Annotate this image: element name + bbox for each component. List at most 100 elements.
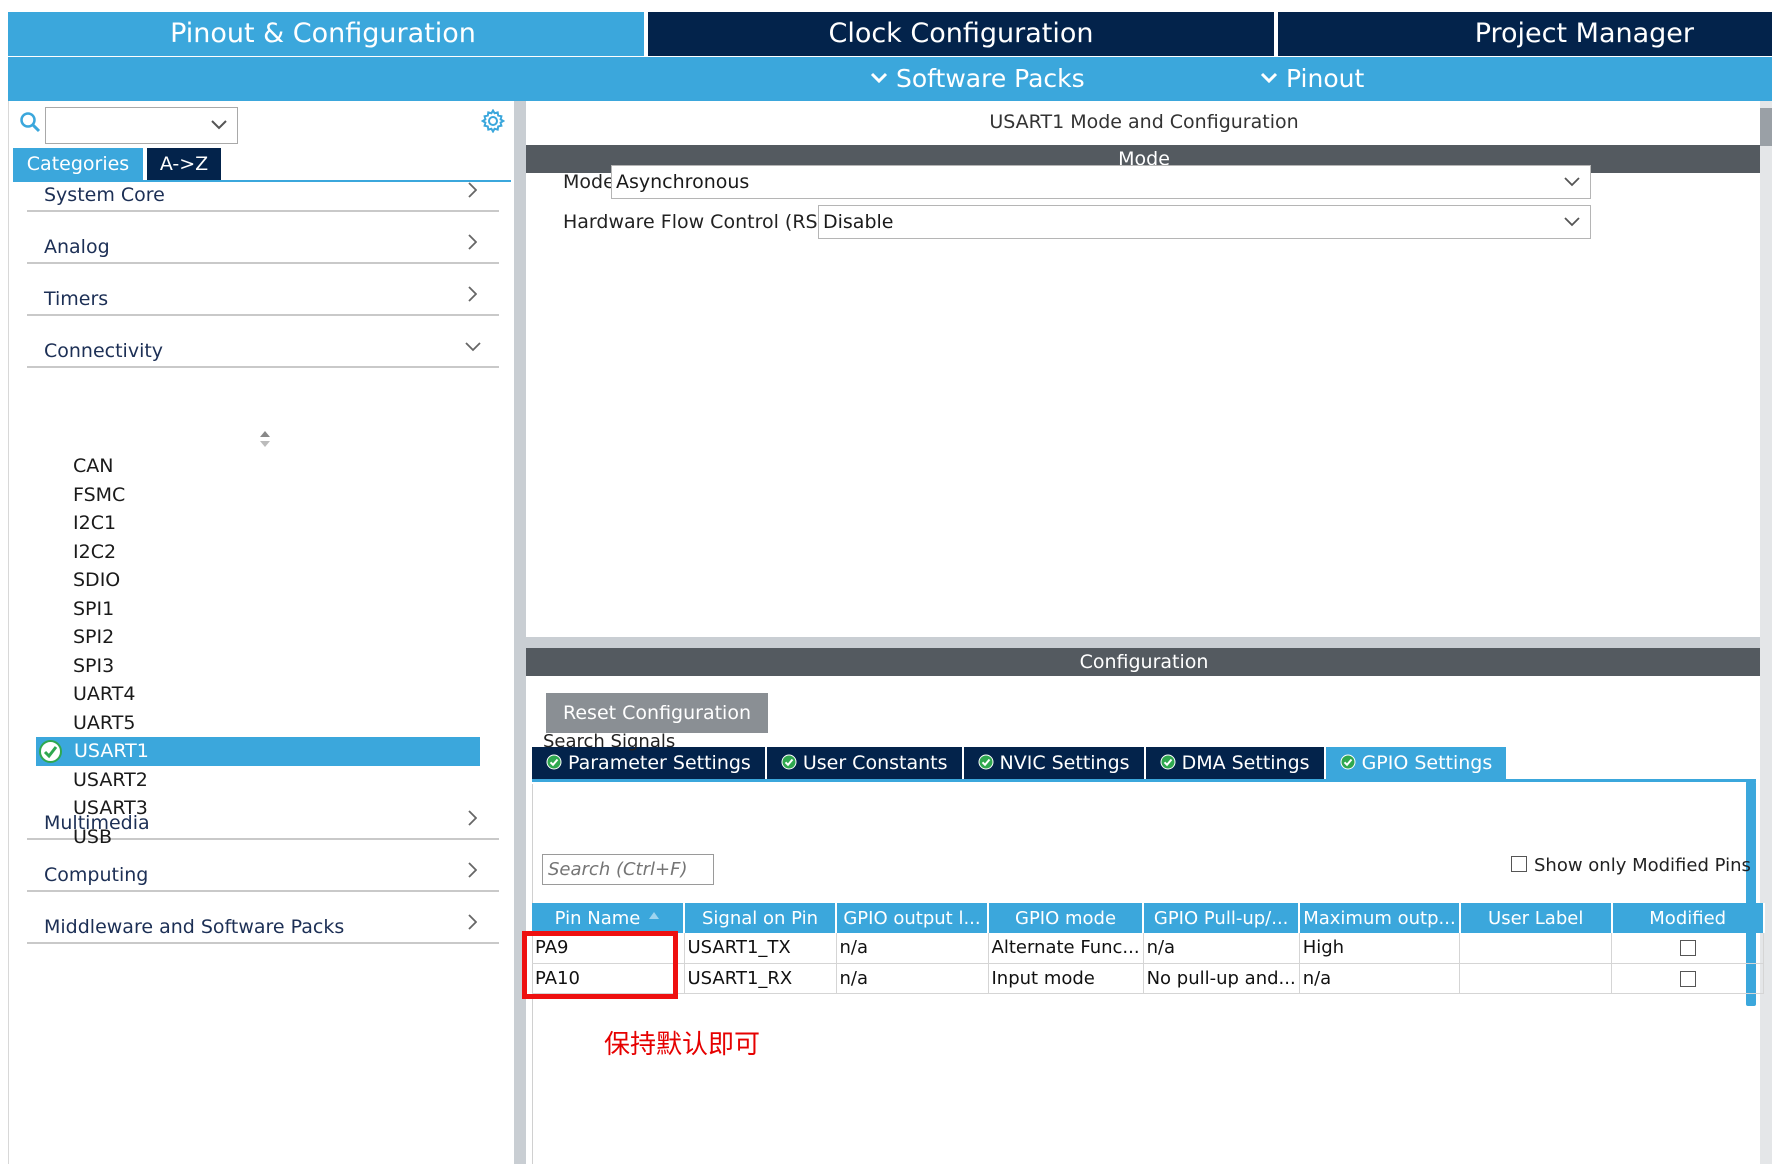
mode-label: Mode: [563, 171, 615, 193]
panel-splitter[interactable]: [514, 101, 526, 1164]
cell-modified: [1611, 963, 1765, 994]
peripheral-can[interactable]: CAN: [36, 452, 480, 481]
tab-label: User Constants: [802, 752, 948, 774]
peripheral-i2c2[interactable]: I2C2: [36, 538, 480, 567]
chevron-right-icon: [468, 286, 477, 302]
peripheral-sdio[interactable]: SDIO: [36, 566, 480, 595]
modified-checkbox[interactable]: [1679, 970, 1696, 987]
cell-max-output-speed: n/a: [1299, 963, 1461, 994]
hardware-flow-control-select[interactable]: Disable: [818, 205, 1591, 239]
category-analog[interactable]: Analog: [27, 206, 499, 264]
cell-gpio-mode: Input mode: [988, 963, 1144, 994]
peripheral-uart4[interactable]: UART4: [36, 680, 480, 709]
tab-label: NVIC Settings: [999, 752, 1130, 774]
category-timers[interactable]: Timers: [27, 258, 499, 316]
peripheral-usart2[interactable]: USART2: [36, 766, 480, 795]
cell-gpio-pull: No pull-up and...: [1143, 963, 1300, 994]
category-label: System Core: [44, 184, 165, 206]
peripheral-uart5[interactable]: UART5: [36, 709, 480, 738]
modified-checkbox[interactable]: [1679, 940, 1696, 957]
column-header-gpio-output-level[interactable]: GPIO output l...: [836, 903, 989, 933]
check-circle-icon: [39, 740, 62, 763]
cell-user-label[interactable]: [1459, 933, 1613, 964]
tab-label: Parameter Settings: [568, 752, 751, 774]
category-label: Connectivity: [44, 340, 164, 362]
table-row[interactable]: PA9 USART1_TX n/a Alternate Func... n/a …: [532, 933, 1765, 964]
tab-project-manager[interactable]: Project Manager: [1278, 12, 1772, 56]
sort-icon[interactable]: [259, 430, 271, 448]
peripheral-spi2[interactable]: SPI2: [36, 623, 480, 652]
gpio-pin-table: Pin Name Signal on Pin GPIO output l... …: [532, 903, 1765, 994]
peripheral-usart3[interactable]: USART3: [36, 794, 480, 823]
cell-max-output-speed: High: [1299, 933, 1461, 964]
peripheral-i2c1[interactable]: I2C1: [36, 509, 480, 538]
cell-user-label[interactable]: [1459, 963, 1613, 994]
peripheral-spi3[interactable]: SPI3: [36, 652, 480, 681]
category-label: Analog: [44, 236, 110, 258]
check-circle-icon: [1340, 754, 1356, 770]
cell-pin-name: PA10: [532, 963, 685, 994]
sort-ascending-icon: [649, 912, 660, 919]
mode-select-value: Asynchronous: [616, 171, 750, 193]
tab-dma-settings[interactable]: DMA Settings: [1145, 747, 1324, 779]
peripheral-usart1[interactable]: USART1: [36, 737, 480, 766]
search-icon[interactable]: [19, 111, 41, 133]
chevron-down-icon: [1564, 177, 1580, 187]
chevron-down-icon: [1564, 217, 1580, 227]
category-middleware-software-packs[interactable]: Middleware and Software Packs: [27, 886, 499, 944]
mode-select[interactable]: Asynchronous: [611, 165, 1591, 199]
pinout-menu[interactable]: Pinout: [1260, 57, 1364, 101]
chevron-down-icon: [870, 72, 888, 84]
column-header-maximum-output-speed[interactable]: Maximum outp...: [1299, 903, 1461, 933]
search-signals-input[interactable]: [542, 854, 714, 885]
annotation-text: 保持默认即可: [604, 1030, 761, 1060]
mode-configuration-panel: USART1 Mode and Configuration Mode Mode …: [526, 101, 1772, 1164]
search-signals-label: Search Signals: [543, 731, 676, 752]
category-system-core[interactable]: System Core: [27, 154, 499, 212]
category-label: Computing: [44, 864, 149, 886]
chevron-down-icon: [1260, 72, 1278, 84]
software-packs-label: Software Packs: [896, 64, 1085, 93]
tab-clock-configuration[interactable]: Clock Configuration: [648, 12, 1274, 56]
right-scrollbar-track[interactable]: [1760, 101, 1772, 1164]
table-row[interactable]: PA10 USART1_RX n/a Input mode No pull-up…: [532, 963, 1765, 994]
chevron-right-icon: [468, 234, 477, 250]
reset-configuration-button[interactable]: Reset Configuration: [546, 693, 768, 733]
peripheral-spi1[interactable]: SPI1: [36, 595, 480, 624]
tab-pinout-configuration[interactable]: Pinout & Configuration: [8, 12, 644, 56]
cell-pin-name: PA9: [532, 933, 685, 964]
right-scrollbar-thumb[interactable]: [1760, 108, 1772, 146]
column-header-modified[interactable]: Modified: [1611, 903, 1765, 933]
category-label: Timers: [44, 288, 109, 310]
cell-gpio-pull: n/a: [1143, 933, 1300, 964]
panel-title: USART1 Mode and Configuration: [989, 111, 1299, 133]
column-header-user-label[interactable]: User Label: [1459, 903, 1613, 933]
hardware-flow-control-value: Disable: [823, 211, 894, 233]
show-only-modified-pins-checkbox[interactable]: Show only Modified Pins: [1511, 855, 1751, 876]
tab-nvic-settings[interactable]: NVIC Settings: [963, 747, 1144, 779]
tab-gpio-settings[interactable]: GPIO Settings: [1325, 747, 1507, 779]
category-connectivity[interactable]: Connectivity: [27, 310, 499, 368]
top-tab-bar: Pinout & Configuration Clock Configurati…: [8, 12, 1772, 56]
tab-user-constants[interactable]: User Constants: [766, 747, 962, 779]
column-header-gpio-mode[interactable]: GPIO mode: [988, 903, 1145, 933]
configuration-tabs: Parameter Settings User Constants NVIC S…: [532, 747, 1508, 779]
category-label: Middleware and Software Packs: [44, 916, 345, 938]
cell-modified: [1611, 933, 1765, 964]
section-splitter[interactable]: [526, 637, 1762, 648]
chevron-down-icon: [211, 120, 227, 130]
cell-signal: USART1_TX: [684, 933, 837, 964]
column-header-pin-name[interactable]: Pin Name: [532, 903, 685, 933]
peripheral-usb[interactable]: USB: [36, 823, 480, 852]
checkbox[interactable]: [1511, 856, 1527, 872]
peripheral-usart1-label: USART1: [74, 740, 149, 762]
tab-label: DMA Settings: [1181, 752, 1310, 774]
cell-signal: USART1_RX: [684, 963, 837, 994]
software-packs-menu[interactable]: Software Packs: [870, 57, 1085, 101]
search-combobox[interactable]: [45, 107, 238, 144]
column-header-signal-on-pin[interactable]: Signal on Pin: [684, 903, 837, 933]
peripheral-fsmc[interactable]: FSMC: [36, 481, 480, 510]
column-header-gpio-pull-up-down[interactable]: GPIO Pull-up/...: [1143, 903, 1301, 933]
tab-label: GPIO Settings: [1361, 752, 1493, 774]
gear-icon[interactable]: [481, 109, 505, 133]
